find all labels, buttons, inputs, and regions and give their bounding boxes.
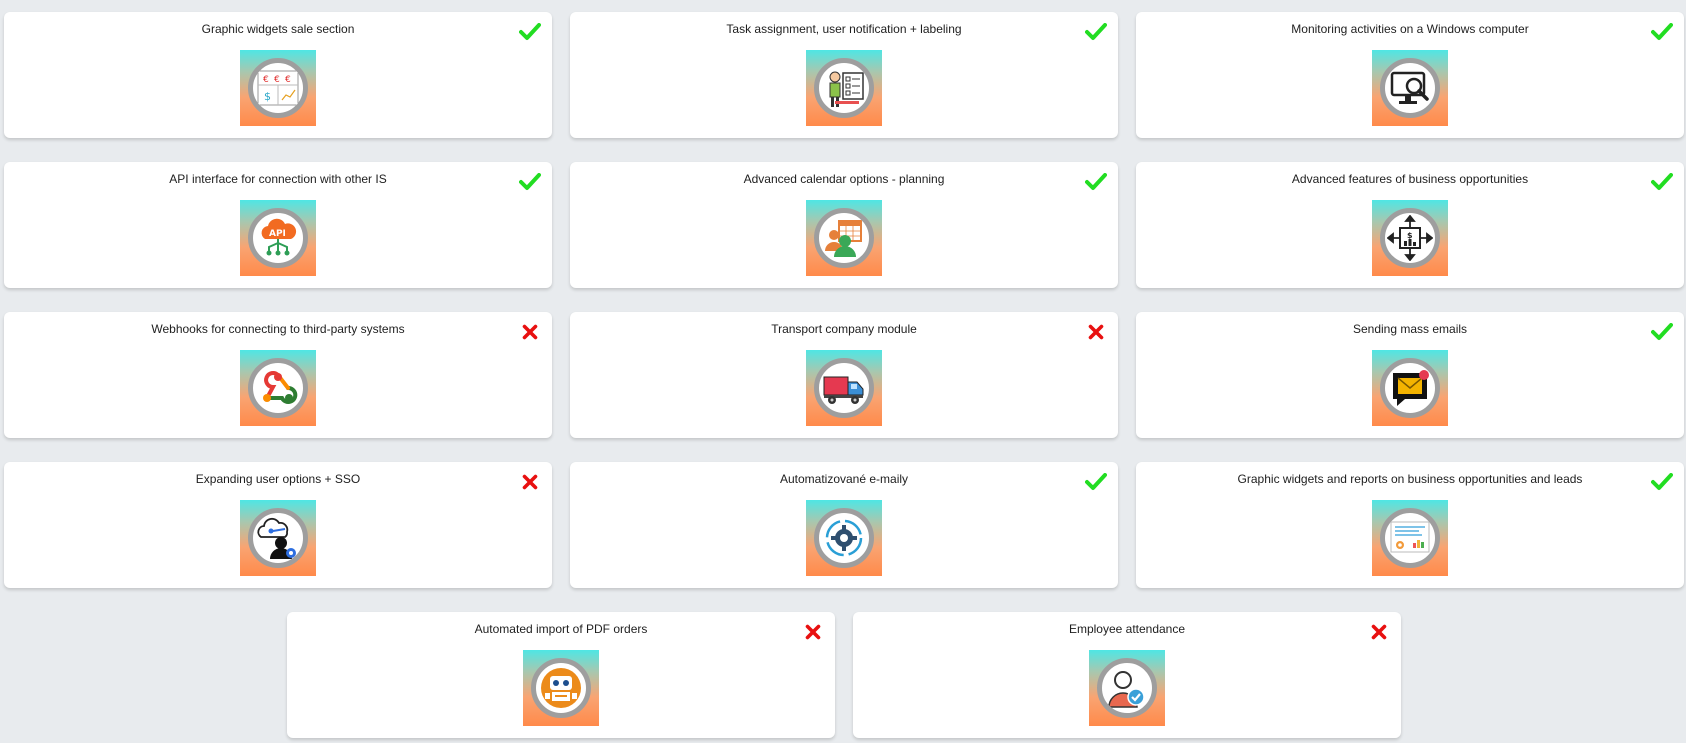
gear-cycle-icon xyxy=(814,508,874,568)
module-card[interactable]: Employee attendance xyxy=(853,612,1401,738)
module-title: Task assignment, user notification + lab… xyxy=(726,22,962,36)
checkmark-icon xyxy=(1650,470,1674,494)
module-title: Employee attendance xyxy=(1068,622,1186,636)
truck-icon xyxy=(814,358,874,418)
module-thumbnail xyxy=(806,500,882,576)
module-title: Graphic widgets sale section xyxy=(201,22,355,36)
cross-icon xyxy=(518,320,542,344)
module-thumbnail xyxy=(1372,50,1448,126)
module-thumbnail xyxy=(1372,350,1448,426)
module-thumbnail: API xyxy=(240,200,316,276)
module-card[interactable]: Monitoring activities on a Windows compu… xyxy=(1136,12,1684,138)
task-assignment-icon xyxy=(814,58,874,118)
module-title: Monitoring activities on a Windows compu… xyxy=(1291,22,1529,36)
module-thumbnail xyxy=(806,200,882,276)
module-title: Transport company module xyxy=(771,322,917,336)
svg-text:$: $ xyxy=(264,90,271,103)
checkmark-icon xyxy=(1650,170,1674,194)
cross-icon xyxy=(518,470,542,494)
module-thumbnail xyxy=(240,500,316,576)
svg-text:€: € xyxy=(274,75,280,85)
module-title: Advanced calendar options - planning xyxy=(743,172,945,186)
module-card[interactable]: API interface for connection with other … xyxy=(4,162,552,288)
webhook-icon xyxy=(248,358,308,418)
mail-bubble-icon xyxy=(1380,358,1440,418)
module-title: Graphic widgets and reports on business … xyxy=(1237,472,1583,486)
checkmark-icon xyxy=(1084,170,1108,194)
module-title: Advanced features of business opportunit… xyxy=(1291,172,1529,186)
module-card[interactable]: Transport company module xyxy=(570,312,1118,438)
module-thumbnail xyxy=(806,50,882,126)
checkmark-icon xyxy=(518,170,542,194)
module-title: Automatizované e-maily xyxy=(779,472,909,486)
module-card[interactable]: Graphic widgets and reports on business … xyxy=(1136,462,1684,588)
module-thumbnail: $ xyxy=(1372,200,1448,276)
employee-check-icon xyxy=(1097,658,1157,718)
robot-icon xyxy=(531,658,591,718)
module-thumbnail xyxy=(1089,650,1165,726)
module-card[interactable]: Automatizované e-maily xyxy=(570,462,1118,588)
module-card[interactable]: Graphic widgets sale section € € € $ xyxy=(4,12,552,138)
api-cloud-icon: API xyxy=(248,208,308,268)
monitor-search-icon xyxy=(1380,58,1440,118)
report-dashboard-icon xyxy=(1380,508,1440,568)
business-arrows-icon: $ xyxy=(1380,208,1440,268)
checkmark-icon xyxy=(1650,20,1674,44)
module-thumbnail: € € € $ xyxy=(240,50,316,126)
cross-icon xyxy=(1367,620,1391,644)
module-title: API interface for connection with other … xyxy=(169,172,387,186)
checkmark-icon xyxy=(1084,470,1108,494)
module-grid: Graphic widgets sale section € € € $ Tas… xyxy=(0,0,1686,743)
module-card[interactable]: Sending mass emails xyxy=(1136,312,1684,438)
svg-text:API: API xyxy=(269,229,286,239)
module-thumbnail xyxy=(240,350,316,426)
checkmark-icon xyxy=(518,20,542,44)
module-card[interactable]: Advanced features of business opportunit… xyxy=(1136,162,1684,288)
module-card[interactable]: Task assignment, user notification + lab… xyxy=(570,12,1118,138)
module-card[interactable]: Expanding user options + SSO xyxy=(4,462,552,588)
cross-icon xyxy=(801,620,825,644)
module-title: Automated import of PDF orders xyxy=(474,622,648,636)
checkmark-icon xyxy=(1650,320,1674,344)
module-thumbnail xyxy=(806,350,882,426)
module-thumbnail xyxy=(1372,500,1448,576)
module-card[interactable]: Advanced calendar options - planning xyxy=(570,162,1118,288)
module-card[interactable]: Automated import of PDF orders xyxy=(287,612,835,738)
cross-icon xyxy=(1084,320,1108,344)
svg-text:€: € xyxy=(263,75,269,85)
module-title: Webhooks for connecting to third-party s… xyxy=(151,322,405,336)
module-title: Sending mass emails xyxy=(1352,322,1468,336)
currency-widgets-icon: € € € $ xyxy=(248,58,308,118)
user-cloud-key-icon xyxy=(248,508,308,568)
module-title: Expanding user options + SSO xyxy=(195,472,361,486)
checkmark-icon xyxy=(1084,20,1108,44)
svg-text:€: € xyxy=(285,75,291,85)
svg-text:$: $ xyxy=(1407,231,1413,240)
module-card[interactable]: Webhooks for connecting to third-party s… xyxy=(4,312,552,438)
calendar-users-icon xyxy=(814,208,874,268)
module-thumbnail xyxy=(523,650,599,726)
